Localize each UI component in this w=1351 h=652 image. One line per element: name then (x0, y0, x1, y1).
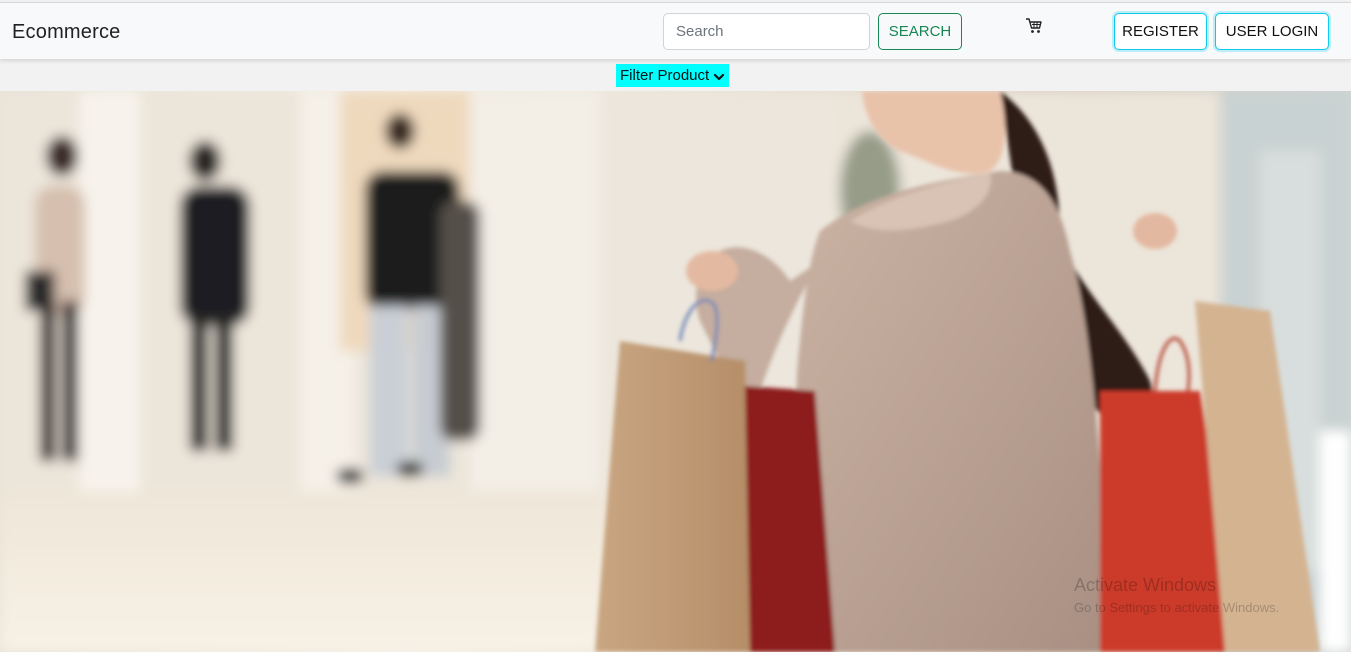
search-button[interactable]: SEARCH (878, 13, 962, 50)
filter-product-label: Filter Product (620, 67, 710, 84)
chevron-down-icon (713, 70, 725, 82)
shopping-cart-icon[interactable] (1025, 17, 1043, 35)
navbar: Ecommerce SEARCH REGISTER USER LOGIN (0, 2, 1351, 59)
filter-product-dropdown[interactable]: Filter Product (616, 64, 730, 87)
hero-banner-image (0, 91, 1351, 652)
search-input[interactable] (663, 13, 870, 50)
brand-title[interactable]: Ecommerce (12, 21, 121, 44)
register-button[interactable]: REGISTER (1114, 13, 1207, 50)
user-login-button[interactable]: USER LOGIN (1215, 13, 1329, 50)
